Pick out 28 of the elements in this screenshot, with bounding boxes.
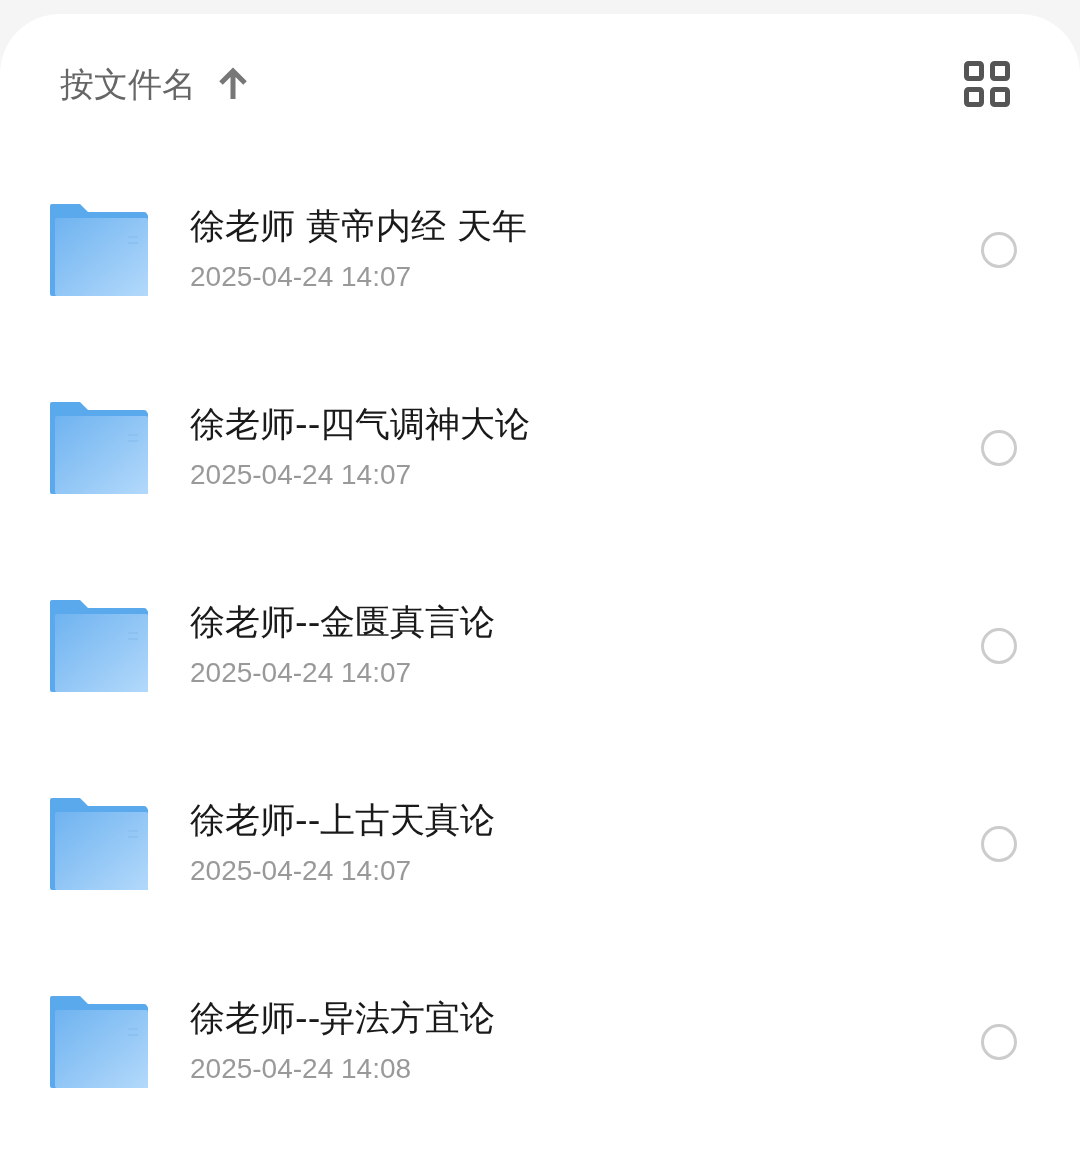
folder-row[interactable]: 徐老师--异法方宜论 2025-04-24 14:08: [0, 943, 1080, 1141]
select-radio[interactable]: [981, 628, 1017, 664]
folder-name: 徐老师--四气调神大论: [190, 403, 532, 446]
modified-date: 2025-04-24 14:07: [190, 458, 413, 492]
grid-view-icon[interactable]: [964, 61, 1010, 107]
folder-name: 徐老师 黄帝内经 天年: [190, 205, 529, 248]
modified-date: 2025-04-24 14:07: [190, 854, 413, 888]
sort-button[interactable]: 按文件名: [60, 58, 248, 110]
folder-row[interactable]: 徐老师 黄帝内经 天年 2025-04-24 14:07: [0, 151, 1080, 349]
arrow-up-icon: [218, 67, 248, 101]
select-radio[interactable]: [981, 1024, 1017, 1060]
folder-icon: [50, 204, 148, 296]
folder-row[interactable]: 徐老师--上古天真论 2025-04-24 14:07: [0, 745, 1080, 943]
folder-name: 徐老师--异法方宜论: [190, 997, 497, 1040]
select-radio[interactable]: [981, 232, 1017, 268]
folder-icon: [50, 996, 148, 1088]
select-radio[interactable]: [981, 826, 1017, 862]
modified-date: 2025-04-24 14:08: [190, 1052, 413, 1086]
folder-icon: [50, 600, 148, 692]
select-radio[interactable]: [981, 430, 1017, 466]
folder-row[interactable]: 徐老师--四气调神大论 2025-04-24 14:07: [0, 349, 1080, 547]
folder-icon: [50, 402, 148, 494]
modified-date: 2025-04-24 14:07: [190, 656, 413, 690]
folder-name: 徐老师--上古天真论: [190, 799, 497, 842]
folder-row[interactable]: 徐老师--金匮真言论 2025-04-24 14:07: [0, 547, 1080, 745]
folder-name: 徐老师--金匮真言论: [190, 601, 497, 644]
folder-icon: [50, 798, 148, 890]
modified-date: 2025-04-24 14:07: [190, 260, 413, 294]
